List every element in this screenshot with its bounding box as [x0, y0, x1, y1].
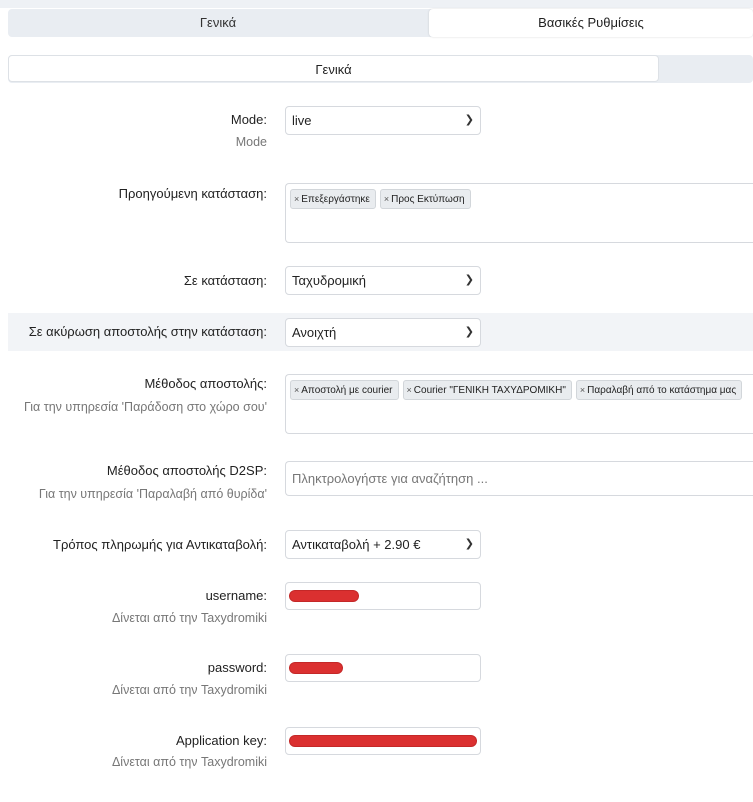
ship-method-row: Μέθοδος αποστολής: Για την υπηρεσία 'Παρ… [8, 368, 753, 440]
method-chip[interactable]: × Courier "ΓΕΝΙΚΗ ΤΑΧΥΔΡΟΜΙΚΗ" [402, 380, 572, 400]
payment-label: Τρόπος πληρωμής για Αντικαταβολή: [53, 537, 267, 552]
main-tabs: Γενικά Βασικές Ρυθμίσεις [8, 9, 753, 37]
cancel-status-label: Σε ακύρωση αποστολής στην κατάσταση: [28, 324, 267, 339]
chip-label: Courier "ΓΕΝΙΚΗ ΤΑΧΥΔΡΟΜΙΚΗ" [413, 385, 566, 396]
redaction-mark [290, 663, 342, 673]
mode-hint: Mode [235, 135, 267, 149]
d2sp-hint: Για την υπηρεσία 'Παραλαβή από θυρίδα' [38, 487, 267, 501]
username-label: username: [205, 588, 267, 603]
prev-status-label: Προηγούμενη κατάσταση: [118, 186, 267, 201]
password-input[interactable] [285, 654, 481, 682]
cancel-status-row: Σε ακύρωση αποστολής στην κατάσταση: Ανο… [8, 313, 753, 351]
username-hint: Δίνεται από την Taxydromiki [111, 611, 267, 625]
d2sp-search-input[interactable]: Πληκτρολογήστε για αναζήτηση ... [285, 461, 753, 496]
chip-label: Προς Εκτύπωση [391, 194, 465, 205]
payment-row: Τρόπος πληρωμής για Αντικαταβολή: Αντικα… [8, 524, 753, 566]
appkey-hint: Δίνεται από την Taxydromiki [111, 755, 267, 769]
username-row: username: Δίνεται από την Taxydromiki [8, 578, 753, 638]
subtab-general[interactable]: Γενικά [8, 55, 659, 82]
appkey-input[interactable] [285, 727, 481, 755]
d2sp-placeholder: Πληκτρολογήστε για αναζήτηση ... [292, 471, 488, 486]
payment-select[interactable]: Αντικαταβολή + 2.90 € ❯ [285, 530, 481, 559]
appkey-label: Application key: [175, 733, 267, 748]
chevron-down-icon: ❯ [464, 538, 474, 550]
username-input[interactable] [285, 582, 481, 610]
close-icon[interactable]: × [294, 385, 299, 395]
d2sp-row: Μέθοδος αποστολής D2SP: Για την υπηρεσία… [8, 455, 753, 515]
prev-status-row: Προηγούμενη κατάσταση: × Επεξεργάστηκε × Πρ… [8, 176, 753, 248]
chevron-down-icon: ❯ [464, 274, 474, 286]
ship-method-multiselect[interactable]: × Αποστολή με courier × Courier "ΓΕΝΙΚΗ ΤΑΧ… [285, 374, 753, 434]
mode-label: Mode: [230, 112, 267, 127]
ship-method-label: Μέθοδος αποστολής: [144, 376, 267, 391]
chevron-down-icon: ❯ [464, 326, 474, 338]
chip-label: Αποστολή με courier [301, 385, 393, 396]
close-icon[interactable]: × [407, 385, 412, 395]
redaction-mark [290, 736, 476, 746]
top-strip [0, 0, 753, 8]
close-icon[interactable]: × [384, 194, 389, 204]
d2sp-label: Μέθοδος αποστολής D2SP: [106, 463, 267, 478]
cancel-status-value: Ανοιχτή [292, 325, 337, 340]
chip-label: Επεξεργάστηκε [301, 194, 370, 205]
to-status-value: Ταχυδρομική [292, 273, 366, 288]
cancel-status-select[interactable]: Ανοιχτή ❯ [285, 318, 481, 347]
ship-method-hint: Για την υπηρεσία 'Παράδοση στο χώρο σου' [23, 400, 267, 414]
chip-label: Παραλαβή από το κατάστημα μας [587, 385, 737, 396]
appkey-row: Application key: Δίνεται από την Taxydro… [8, 722, 753, 782]
mode-select[interactable]: live ❯ [285, 106, 481, 135]
prev-status-multiselect[interactable]: × Επεξεργάστηκε × Προς Εκτύπωση [285, 183, 753, 243]
tab-basic-settings[interactable]: Βασικές Ρυθμίσεις [429, 9, 753, 37]
to-status-label: Σε κατάσταση: [183, 273, 267, 288]
password-row: password: Δίνεται από την Taxydromiki [8, 650, 753, 710]
redaction-mark [290, 591, 358, 601]
password-hint: Δίνεται από την Taxydromiki [111, 683, 267, 697]
close-icon[interactable]: × [294, 194, 299, 204]
status-chip[interactable]: × Προς Εκτύπωση [379, 189, 471, 209]
tab-general[interactable]: Γενικά [8, 9, 428, 37]
mode-select-value: live [292, 113, 312, 128]
to-status-select[interactable]: Ταχυδρομική ❯ [285, 266, 481, 295]
status-chip[interactable]: × Επεξεργάστηκε [290, 189, 376, 209]
close-icon[interactable]: × [580, 385, 585, 395]
to-status-row: Σε κατάσταση: Ταχυδρομική ❯ [8, 260, 753, 302]
method-chip[interactable]: × Παραλαβή από το κατάστημα μας [575, 380, 743, 400]
mode-row: Mode: Mode live ❯ [8, 100, 753, 160]
sub-tabs: Γενικά [8, 55, 753, 83]
chevron-down-icon: ❯ [464, 114, 474, 126]
password-label: password: [207, 660, 267, 675]
method-chip[interactable]: × Αποστολή με courier [290, 380, 399, 400]
payment-value: Αντικαταβολή + 2.90 € [292, 537, 421, 552]
